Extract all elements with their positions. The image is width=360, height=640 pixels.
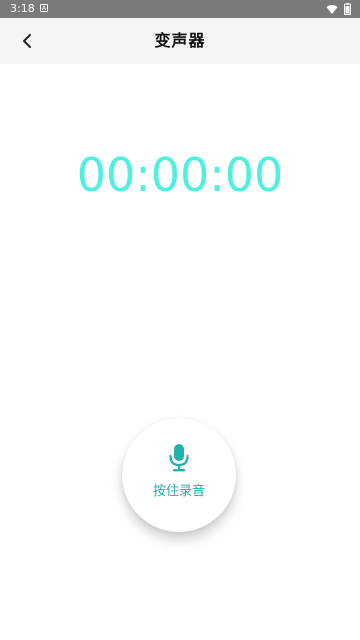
voice-changer-screen: 3:18 A 变声器 00:00:00 按住录音 bbox=[0, 0, 360, 640]
recording-timer: 00:00:00 bbox=[76, 148, 284, 202]
notification-icon: A bbox=[40, 4, 48, 12]
wifi-icon bbox=[326, 5, 338, 14]
app-header: 变声器 bbox=[0, 18, 360, 64]
status-time: 3:18 bbox=[10, 2, 35, 15]
chevron-left-icon bbox=[23, 34, 31, 48]
hold-to-record-button[interactable]: 按住录音 bbox=[122, 418, 236, 532]
battery-icon bbox=[344, 3, 351, 15]
status-bar: 3:18 A bbox=[0, 0, 360, 18]
record-button-label: 按住录音 bbox=[152, 484, 205, 499]
page-title: 变声器 bbox=[154, 31, 206, 50]
back-button[interactable] bbox=[14, 28, 40, 54]
microphone-icon bbox=[169, 444, 189, 472]
